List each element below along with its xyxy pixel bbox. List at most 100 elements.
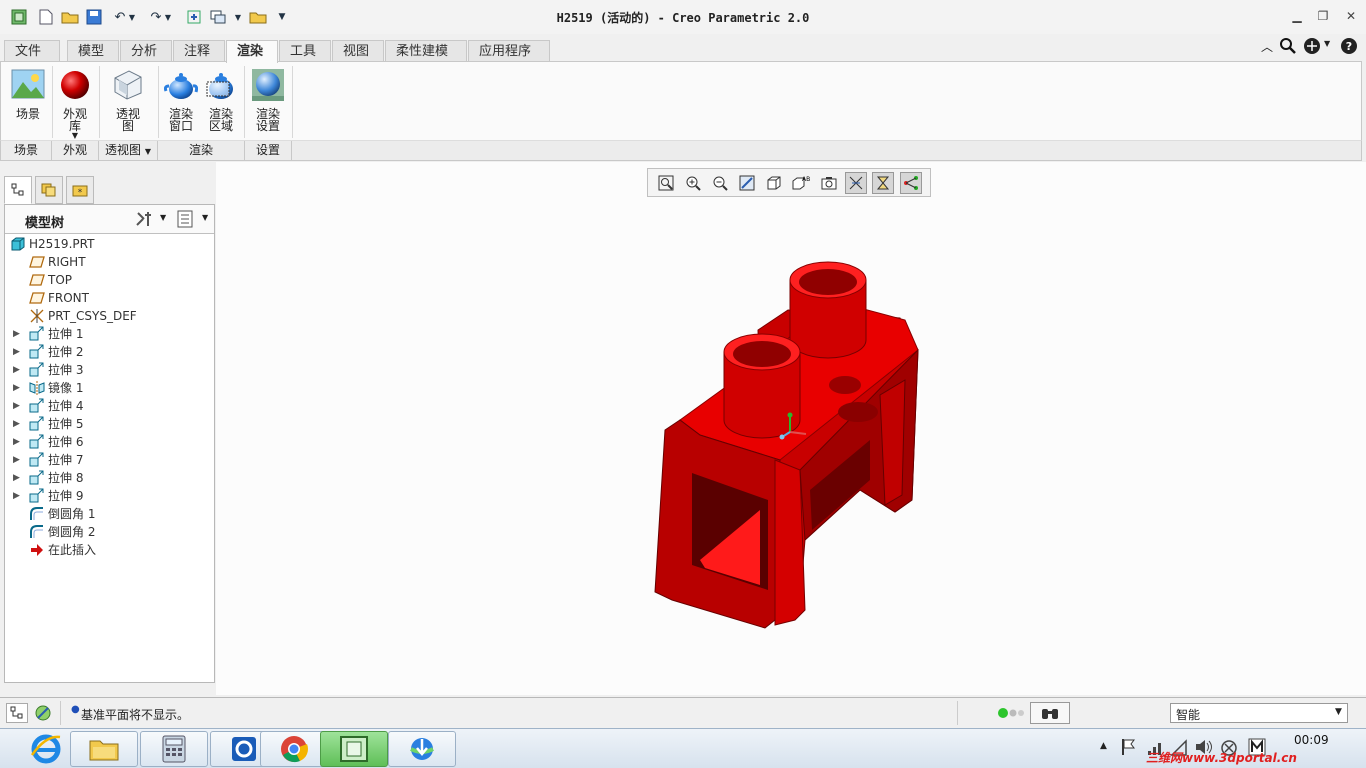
tab-tools[interactable]: 工具: [279, 40, 331, 62]
tree-item[interactable]: PRT_CSYS_DEF: [5, 307, 214, 325]
render-setup-button[interactable]: 渲染 设置: [248, 66, 288, 142]
expand-arrow-icon[interactable]: ▶: [13, 433, 20, 451]
windows-icon[interactable]: [208, 7, 228, 27]
tree-item[interactable]: TOP: [5, 271, 214, 289]
chevron-down-icon: ▼: [144, 147, 151, 156]
chrome-taskbar-button[interactable]: [260, 731, 328, 767]
expand-arrow-icon[interactable]: ▶: [13, 397, 20, 415]
search-icon[interactable]: [1279, 37, 1299, 57]
expand-arrow-icon[interactable]: ▶: [13, 451, 20, 469]
refit-icon[interactable]: [655, 172, 677, 194]
tab-model[interactable]: 模型: [67, 40, 119, 62]
restore-icon[interactable]: ❐: [1310, 6, 1336, 26]
minimize-ribbon-icon[interactable]: ︿: [1258, 38, 1276, 58]
customize-icon[interactable]: ▼: [274, 7, 290, 27]
regenerate-icon[interactable]: [184, 7, 204, 27]
show-dropdown-icon[interactable]: ▼: [202, 213, 208, 222]
outlook-icon: [232, 737, 256, 761]
explorer-taskbar-button[interactable]: [70, 731, 138, 767]
tree-item[interactable]: ▶ 拉伸 2: [5, 343, 214, 361]
ie-icon[interactable]: [22, 731, 70, 767]
expand-arrow-icon[interactable]: ▶: [13, 487, 20, 505]
tree-item[interactable]: 倒圆角 2: [5, 523, 214, 541]
windows-dropdown-icon[interactable]: ▼: [232, 7, 244, 27]
tree-item[interactable]: ▶ 拉伸 5: [5, 415, 214, 433]
settings-dropdown-icon[interactable]: ▼: [160, 213, 166, 222]
tree-item[interactable]: ▶ 拉伸 9: [5, 487, 214, 505]
tree-item[interactable]: RIGHT: [5, 253, 214, 271]
display-style-icon[interactable]: [763, 172, 785, 194]
action-center-icon[interactable]: [1120, 737, 1138, 757]
folder-browser-tab[interactable]: [35, 176, 63, 204]
tree-item[interactable]: 倒圆角 1: [5, 505, 214, 523]
annotation-display-icon[interactable]: [900, 172, 922, 194]
browser-toggle-icon[interactable]: [32, 703, 54, 723]
repaint-icon[interactable]: [736, 172, 758, 194]
tree-item[interactable]: ▶ 拉伸 1: [5, 325, 214, 343]
expand-arrow-icon[interactable]: ▶: [13, 343, 20, 361]
tree-item[interactable]: ▶ 拉伸 8: [5, 469, 214, 487]
show-icon[interactable]: [177, 210, 195, 228]
undo-dropdown-icon[interactable]: ▼: [126, 7, 138, 27]
saved-orientations-icon[interactable]: AB: [790, 172, 812, 194]
tab-analysis[interactable]: 分析: [120, 40, 172, 62]
favorites-tab[interactable]: *: [66, 176, 94, 204]
clock[interactable]: 00:09: [1294, 733, 1329, 747]
expand-arrow-icon[interactable]: ▶: [13, 325, 20, 343]
expand-arrow-icon[interactable]: ▶: [13, 469, 20, 487]
find-icon[interactable]: [1030, 702, 1070, 724]
settings-icon[interactable]: [135, 210, 155, 228]
tree-item[interactable]: ▶ 拉伸 6: [5, 433, 214, 451]
community-dropdown-icon[interactable]: ▼: [1324, 39, 1336, 53]
expand-arrow-icon[interactable]: ▶: [13, 379, 20, 397]
expand-arrow-icon[interactable]: ▶: [13, 415, 20, 433]
appearance-gallery-button[interactable]: 外观 库 ▼: [55, 66, 95, 142]
save-icon[interactable]: [84, 7, 104, 27]
creo-taskbar-button[interactable]: [320, 731, 388, 767]
help-icon[interactable]: ?: [1340, 37, 1360, 57]
tab-applications[interactable]: 应用程序: [468, 40, 550, 62]
tree-item[interactable]: FRONT: [5, 289, 214, 307]
tree-item[interactable]: 在此插入: [5, 541, 214, 559]
expand-arrow-icon[interactable]: ▶: [13, 361, 20, 379]
render-region-button[interactable]: 渲染 区域: [201, 66, 241, 142]
render-window-button[interactable]: 渲染 窗口: [161, 66, 201, 142]
tree-item[interactable]: ▶ 拉伸 7: [5, 451, 214, 469]
model-viewport[interactable]: [216, 162, 1366, 695]
tab-annotate[interactable]: 注释: [173, 40, 225, 62]
redo-dropdown-icon[interactable]: ▼: [162, 7, 174, 27]
tree-item[interactable]: H2519.PRT: [5, 235, 214, 253]
open-icon[interactable]: [60, 7, 80, 27]
download-taskbar-button[interactable]: [388, 731, 456, 767]
community-icon[interactable]: [1303, 37, 1323, 57]
taskbar: ▲ 00:09 三维网www.3dportal.cn: [0, 728, 1366, 768]
zoom-in-icon[interactable]: [682, 172, 704, 194]
close-icon[interactable]: ✕: [1338, 6, 1364, 26]
tree-item[interactable]: ▶ 镜像 1: [5, 379, 214, 397]
tree-item[interactable]: ▶ 拉伸 3: [5, 361, 214, 379]
show-hidden-icons-icon[interactable]: ▲: [1100, 741, 1107, 751]
scene-button[interactable]: 场景: [8, 66, 48, 142]
new-icon[interactable]: [36, 7, 56, 27]
tab-view[interactable]: 视图: [332, 40, 384, 62]
navigator-toggle-icon[interactable]: [6, 703, 28, 723]
zoom-out-icon[interactable]: [709, 172, 731, 194]
model-tree-tab[interactable]: [4, 176, 32, 204]
tree-item[interactable]: ▶ 拉伸 4: [5, 397, 214, 415]
selection-filter[interactable]: 智能 ▼: [1170, 703, 1348, 723]
perspective-view-button[interactable]: 透视 图: [108, 66, 148, 142]
group-label-perspective[interactable]: 透视图 ▼: [99, 141, 158, 160]
spin-center-icon[interactable]: [872, 172, 894, 194]
creo-app-icon[interactable]: [9, 7, 29, 27]
named-views-icon[interactable]: [818, 172, 840, 194]
datum-display-icon[interactable]: [845, 172, 867, 194]
minimize-icon[interactable]: ▁: [1284, 6, 1310, 26]
tab-file[interactable]: 文件 ▼: [4, 40, 60, 78]
extrude-icon: [29, 434, 45, 449]
tab-render[interactable]: 渲染: [226, 40, 278, 63]
graphics-area[interactable]: [216, 162, 1366, 695]
tab-flexible-modeling[interactable]: 柔性建模: [385, 40, 467, 62]
extrude-icon: [29, 470, 45, 485]
close-window-icon[interactable]: [248, 7, 268, 27]
calculator-taskbar-button[interactable]: [140, 731, 208, 767]
